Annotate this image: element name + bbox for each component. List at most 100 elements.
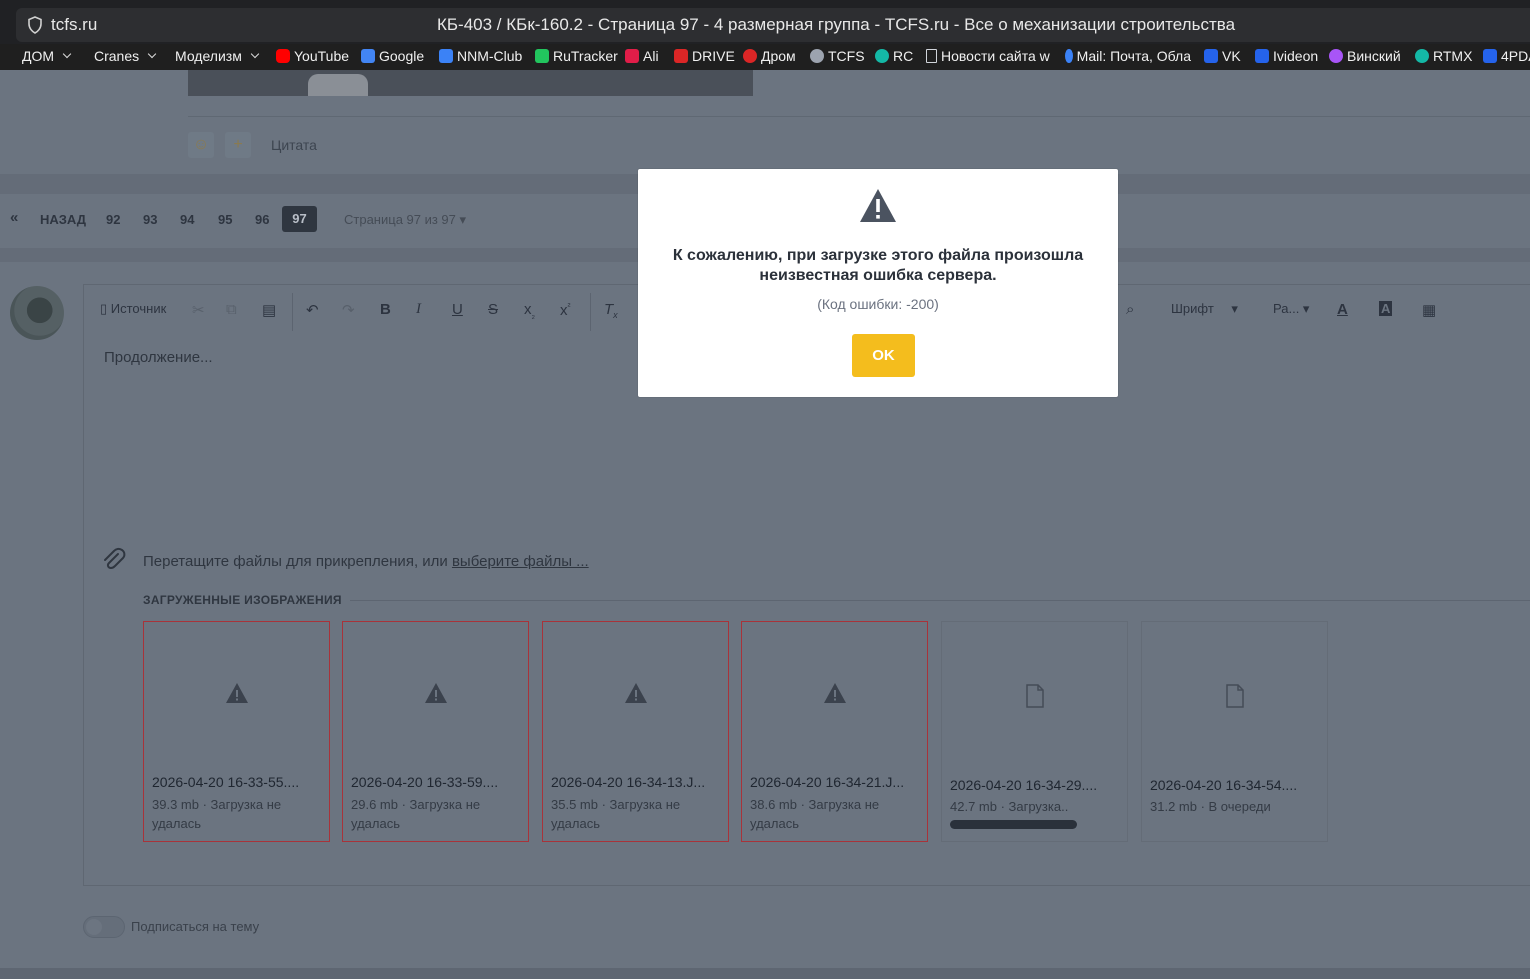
warning-icon: [424, 683, 447, 703]
page-current[interactable]: 97: [282, 206, 317, 232]
bookmark-label: Google: [379, 48, 425, 64]
address-url[interactable]: tcfs.ru: [51, 15, 97, 35]
page-jump-dropdown[interactable]: Страница 97 из 97 ▾: [344, 212, 466, 228]
upload-card[interactable]: 2026-04-20 16-34-29.... 42.7 mb · Загруз…: [941, 621, 1128, 842]
page-96[interactable]: 96: [255, 212, 269, 227]
editor-placeholder[interactable]: Продолжение...: [104, 349, 213, 366]
drop-zone-label: Перетащите файлы для прикрепления, или: [143, 553, 452, 570]
bookmark-label: Ivideon: [1273, 48, 1319, 64]
bookmark-news[interactable]: Новости сайта w: [926, 48, 1052, 64]
page-94[interactable]: 94: [180, 212, 194, 227]
underline-icon[interactable]: U: [452, 301, 463, 318]
redo-icon[interactable]: ↷: [342, 301, 355, 319]
page-92[interactable]: 92: [106, 212, 120, 227]
bookmark-label: RTMX: [1433, 48, 1473, 64]
nnm-icon: [439, 49, 453, 63]
paste-icon[interactable]: ▤: [262, 301, 276, 319]
warning-icon: [860, 189, 896, 222]
bookmark-label: Mail: Почта, Обла: [1076, 48, 1191, 64]
pagination-back[interactable]: НАЗАД: [40, 212, 86, 227]
font-dropdown[interactable]: Шрифт ▾: [1171, 301, 1238, 317]
bookmark-youtube[interactable]: YouTube: [276, 48, 349, 64]
bookmark-label: NNM-Club: [457, 48, 523, 64]
upload-card[interactable]: 2026-04-20 16-34-21.J... 38.6 mb · Загру…: [741, 621, 928, 842]
footer-band: [0, 968, 1530, 979]
bold-icon[interactable]: B: [380, 301, 391, 318]
upload-card[interactable]: 2026-04-20 16-33-59.... 29.6 mb · Загруз…: [342, 621, 529, 842]
upload-progress-bar: [950, 820, 1077, 829]
upload-card[interactable]: 2026-04-20 16-34-54.... 31.2 mb · В очер…: [1141, 621, 1328, 842]
bookmark-4pda[interactable]: 4PDA: [1483, 48, 1530, 64]
file-status: 29.6 mb · Загрузка не удалась: [351, 797, 481, 831]
google-translate-icon: [361, 49, 375, 63]
strikethrough-icon[interactable]: S: [488, 301, 498, 318]
error-message: К сожалению, при загрузке этого файла пр…: [672, 247, 1084, 284]
bookmark-folder-cranes[interactable]: Cranes: [94, 48, 157, 64]
bookmark-rc[interactable]: RC: [875, 48, 913, 64]
file-icon: [1225, 684, 1244, 708]
file-status: 42.7 mb · Загрузка..: [950, 799, 1069, 814]
bookmark-drom[interactable]: Дром: [743, 48, 796, 64]
find-icon[interactable]: ⌕: [1126, 301, 1134, 318]
vinsky-icon: [1329, 49, 1343, 63]
chevron-down-icon: [147, 49, 157, 59]
bookmark-label: Новости сайта w: [941, 48, 1050, 64]
file-name: 2026-04-20 16-34-21.J...: [750, 774, 905, 790]
cut-icon[interactable]: ✂: [192, 301, 205, 319]
remove-format-icon[interactable]: Tx: [604, 301, 618, 320]
bookmark-mail[interactable]: Mail: Почта, Обла: [1065, 48, 1191, 64]
add-reaction-button[interactable]: +: [225, 132, 251, 158]
paperclip-icon: [104, 547, 126, 570]
bookmark-label: 4PDA: [1501, 48, 1530, 64]
page-93[interactable]: 93: [143, 212, 157, 227]
quote-button[interactable]: Цитата: [271, 137, 317, 153]
file-name: 2026-04-20 16-33-55....: [152, 774, 300, 790]
superscript-icon[interactable]: x²: [560, 301, 571, 319]
bookmark-drive[interactable]: DRIVE: [674, 48, 735, 64]
italic-icon[interactable]: I: [416, 301, 421, 318]
cart-icon: [625, 49, 639, 63]
ok-button[interactable]: OK: [852, 334, 915, 377]
first-page-icon[interactable]: «: [10, 209, 18, 226]
shield-icon[interactable]: [28, 16, 42, 34]
copy-icon[interactable]: ⧉: [226, 301, 237, 318]
background-color-icon[interactable]: A: [1379, 301, 1393, 316]
subscript-icon[interactable]: x₂: [524, 301, 535, 320]
divider: [350, 600, 1530, 601]
more-tools-icon[interactable]: ▦: [1422, 301, 1436, 319]
source-button[interactable]: ▯ Источник: [100, 301, 166, 317]
bookmark-folder-modelism[interactable]: Моделизм: [175, 48, 260, 64]
bookmark-google[interactable]: Google: [361, 48, 424, 64]
bookmark-folder-dom[interactable]: ДОМ: [22, 48, 72, 64]
undo-icon[interactable]: ↶: [306, 301, 319, 319]
avatar[interactable]: [10, 286, 64, 340]
bookmark-rtmx[interactable]: RTMX: [1415, 48, 1472, 64]
like-button[interactable]: ☺: [188, 132, 214, 158]
bookmark-nnm-club[interactable]: NNM-Club: [439, 48, 522, 64]
post-image[interactable]: [188, 70, 753, 96]
bookmark-vk[interactable]: VK: [1204, 48, 1241, 64]
page-info-label: Страница 97 из 97: [344, 212, 456, 227]
upload-card[interactable]: 2026-04-20 16-33-55.... 39.3 mb · Загруз…: [143, 621, 330, 842]
bookmark-ivideon[interactable]: Ivideon: [1255, 48, 1318, 64]
upload-card[interactable]: 2026-04-20 16-34-13.J... 35.5 mb · Загру…: [542, 621, 729, 842]
bookmark-label: RuTracker: [553, 48, 618, 64]
bookmark-rutracker[interactable]: RuTracker: [535, 48, 618, 64]
text-color-icon[interactable]: A: [1337, 301, 1348, 318]
bookmark-label: Винский: [1347, 48, 1401, 64]
page-95[interactable]: 95: [218, 212, 232, 227]
warning-icon: [624, 683, 647, 703]
error-dialog: К сожалению, при загрузке этого файла пр…: [638, 169, 1118, 397]
chevron-down-icon: [62, 49, 72, 59]
bookmark-ali[interactable]: Ali: [625, 48, 659, 64]
rtmx-icon: [1415, 49, 1429, 63]
file-name: 2026-04-20 16-34-13.J...: [551, 774, 706, 790]
bookmark-vinsky[interactable]: Винский: [1329, 48, 1401, 64]
choose-files-link[interactable]: выберите файлы ...: [452, 553, 589, 570]
bookmark-tcfs[interactable]: TCFS: [810, 48, 865, 64]
subscribe-toggle[interactable]: [83, 916, 125, 938]
warning-icon: [823, 683, 846, 703]
file-status: 35.5 mb · Загрузка не удалась: [551, 797, 681, 831]
rc-icon: [875, 49, 889, 63]
size-dropdown[interactable]: Ра... ▾: [1273, 301, 1309, 317]
